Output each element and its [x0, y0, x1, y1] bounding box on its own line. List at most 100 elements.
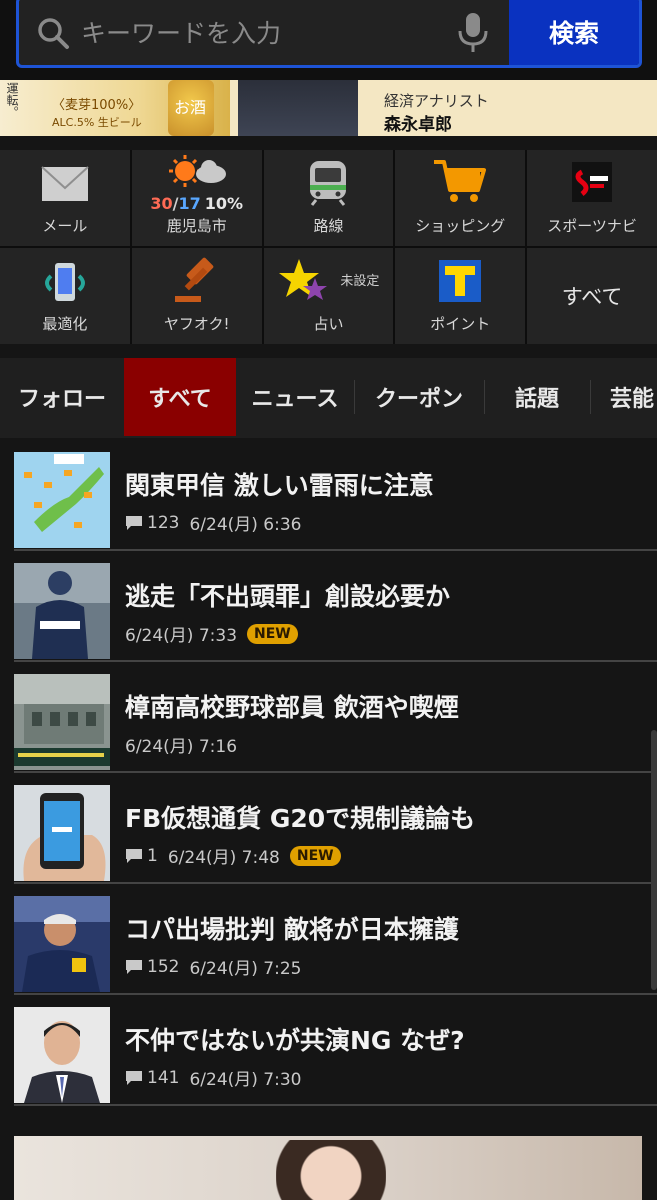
service-sportsnavi[interactable]: スポーツナビ — [527, 150, 657, 246]
facebook-phone-thumbnail — [14, 785, 110, 881]
service-auction[interactable]: ヤフオク! — [131, 248, 262, 344]
microphone-icon[interactable] — [455, 11, 491, 55]
bottom-ad-image[interactable] — [14, 1136, 642, 1200]
news-time: 6/24(月) 7:33 — [125, 626, 238, 646]
news-meta: 6/24(月) 7:33 NEW — [125, 621, 298, 646]
sportsnavi-icon — [572, 162, 613, 202]
news-item[interactable]: コパ出場批判 敵将が日本擁護 152 6/24(月) 7:25 — [14, 884, 657, 995]
service-label: 路線 — [313, 217, 344, 235]
man-in-suit-thumbnail — [14, 1007, 110, 1103]
category-tabs: フォロー すべて ニュース クーポン 話題 芸能 — [0, 358, 657, 438]
tab-news[interactable]: ニュース — [236, 358, 354, 436]
comment-icon — [126, 515, 142, 530]
news-time: 6/24(月) 7:48 — [167, 848, 280, 868]
tab-entertainment[interactable]: 芸能 — [610, 358, 657, 436]
auction-hammer-icon — [174, 257, 214, 302]
tab-label: ニュース — [251, 387, 339, 412]
search-button[interactable]: 検索 — [509, 0, 639, 65]
news-item[interactable]: 不仲ではないが共演NG なぜ? 141 6/24(月) 7:30 — [14, 995, 657, 1106]
service-all-label: すべて — [561, 285, 623, 309]
comment-number: 123 — [147, 512, 180, 533]
service-all[interactable]: すべて — [527, 248, 657, 344]
service-label: 鹿児島市 — [166, 217, 227, 235]
service-label: ポイント — [430, 315, 491, 333]
news-meta: 123 6/24(月) 6:36 — [125, 510, 301, 535]
news-item[interactable]: 樟南高校野球部員 飲酒や喫煙 6/24(月) 7:16 — [14, 662, 657, 773]
banner-line1: 〈麦芽100%〉 — [52, 98, 142, 113]
banner-vertical-text: 運転。 — [5, 82, 19, 118]
police-thumbnail — [14, 563, 110, 659]
scrollbar[interactable] — [651, 730, 657, 990]
banner-ad[interactable]: 運転。 〈麦芽100%〉 ALC.5% 生ビール お酒 経済アナリスト 森永卓郎 — [0, 80, 657, 136]
coach-thumbnail — [14, 896, 110, 992]
service-fortune[interactable]: 未設定 占い — [263, 248, 394, 344]
tab-label: クーポン — [374, 387, 463, 412]
comment-count: 152 — [125, 957, 179, 977]
service-label: スポーツナビ — [547, 217, 637, 235]
shopping-cart-icon — [434, 160, 487, 202]
tab-topics[interactable]: 話題 — [486, 358, 588, 436]
search-input[interactable] — [81, 9, 441, 57]
comment-count: 1 — [125, 846, 158, 866]
news-item[interactable]: 逃走「不出頭罪」創設必要か 6/24(月) 7:33 NEW — [14, 551, 657, 662]
weather-icon — [168, 155, 226, 187]
service-optimize[interactable]: 最適化 — [0, 248, 130, 344]
service-tpoint[interactable]: ポイント — [395, 248, 526, 344]
banner-line2: ALC.5% 生ビール — [52, 116, 142, 129]
tab-label: すべて — [148, 387, 212, 412]
tab-all[interactable]: すべて — [124, 358, 236, 436]
service-weather[interactable]: 30/17 10% 鹿児島市 — [131, 150, 262, 246]
phone-optimize-icon — [44, 263, 85, 301]
news-time: 6/24(月) 7:25 — [189, 959, 302, 979]
service-label: ヤフオク! — [163, 315, 230, 333]
comment-number: 152 — [147, 956, 180, 977]
service-label: 最適化 — [42, 315, 88, 333]
news-meta: 141 6/24(月) 7:30 — [125, 1065, 301, 1090]
rain-chance: 10% — [204, 194, 244, 213]
search-icon — [38, 18, 69, 49]
tab-label: 話題 — [514, 387, 559, 412]
tab-divider — [590, 380, 591, 414]
service-label: 占い — [313, 315, 344, 333]
news-title: コパ出場批判 敵将が日本擁護 — [125, 915, 459, 944]
service-mail[interactable]: メール — [0, 150, 130, 246]
temp-low: 17 — [178, 194, 201, 213]
news-item[interactable]: FB仮想通貨 G20で規制議論も 1 6/24(月) 7:48 NEW — [14, 773, 657, 884]
fortune-unset-label: 未設定 — [340, 274, 380, 289]
news-time: 6/24(月) 7:16 — [125, 737, 238, 757]
service-label: ショッピング — [415, 217, 506, 235]
tab-follow[interactable]: フォロー — [0, 358, 124, 436]
weather-temperature: 30/17 10% — [132, 194, 262, 213]
comment-number: 1 — [147, 845, 158, 866]
news-time: 6/24(月) 7:30 — [189, 1070, 302, 1090]
news-title: 樟南高校野球部員 飲酒や喫煙 — [125, 693, 459, 722]
comment-count: 123 — [125, 513, 179, 533]
comment-icon — [126, 1070, 142, 1085]
comment-number: 141 — [147, 1067, 180, 1088]
service-train[interactable]: 路線 — [263, 150, 394, 246]
new-badge: NEW — [289, 845, 341, 866]
news-title: 不仲ではないが共演NG なぜ? — [125, 1026, 465, 1055]
news-meta: 152 6/24(月) 7:25 — [125, 954, 301, 979]
tpoint-icon — [439, 260, 482, 302]
school-thumbnail — [14, 674, 110, 770]
comment-icon — [126, 959, 142, 974]
tab-label: フォロー — [17, 387, 106, 412]
mail-icon — [41, 166, 89, 201]
tab-divider — [354, 380, 355, 414]
fortune-star-icon — [278, 259, 327, 300]
ad-portrait — [276, 1140, 386, 1200]
weather-map-thumbnail — [14, 452, 110, 548]
news-meta: 1 6/24(月) 7:48 NEW — [125, 843, 341, 868]
beer-can-image: お酒 — [168, 80, 214, 136]
tab-coupon[interactable]: クーポン — [356, 358, 482, 436]
service-grid: メール 30/17 10% 鹿児島市 路線 ショッピング スポーツナビ 最適化 … — [0, 150, 657, 344]
service-shopping[interactable]: ショッピング — [395, 150, 526, 246]
news-list: 関東甲信 激しい雷雨に注意 123 6/24(月) 6:36 逃走「不出頭罪」創… — [0, 440, 657, 1106]
search-box: 検索 — [16, 0, 642, 68]
train-icon — [310, 161, 347, 206]
search-header: 検索 — [0, 0, 657, 80]
comment-icon — [126, 848, 142, 863]
banner-person-image — [238, 80, 358, 136]
news-item[interactable]: 関東甲信 激しい雷雨に注意 123 6/24(月) 6:36 — [14, 440, 657, 551]
